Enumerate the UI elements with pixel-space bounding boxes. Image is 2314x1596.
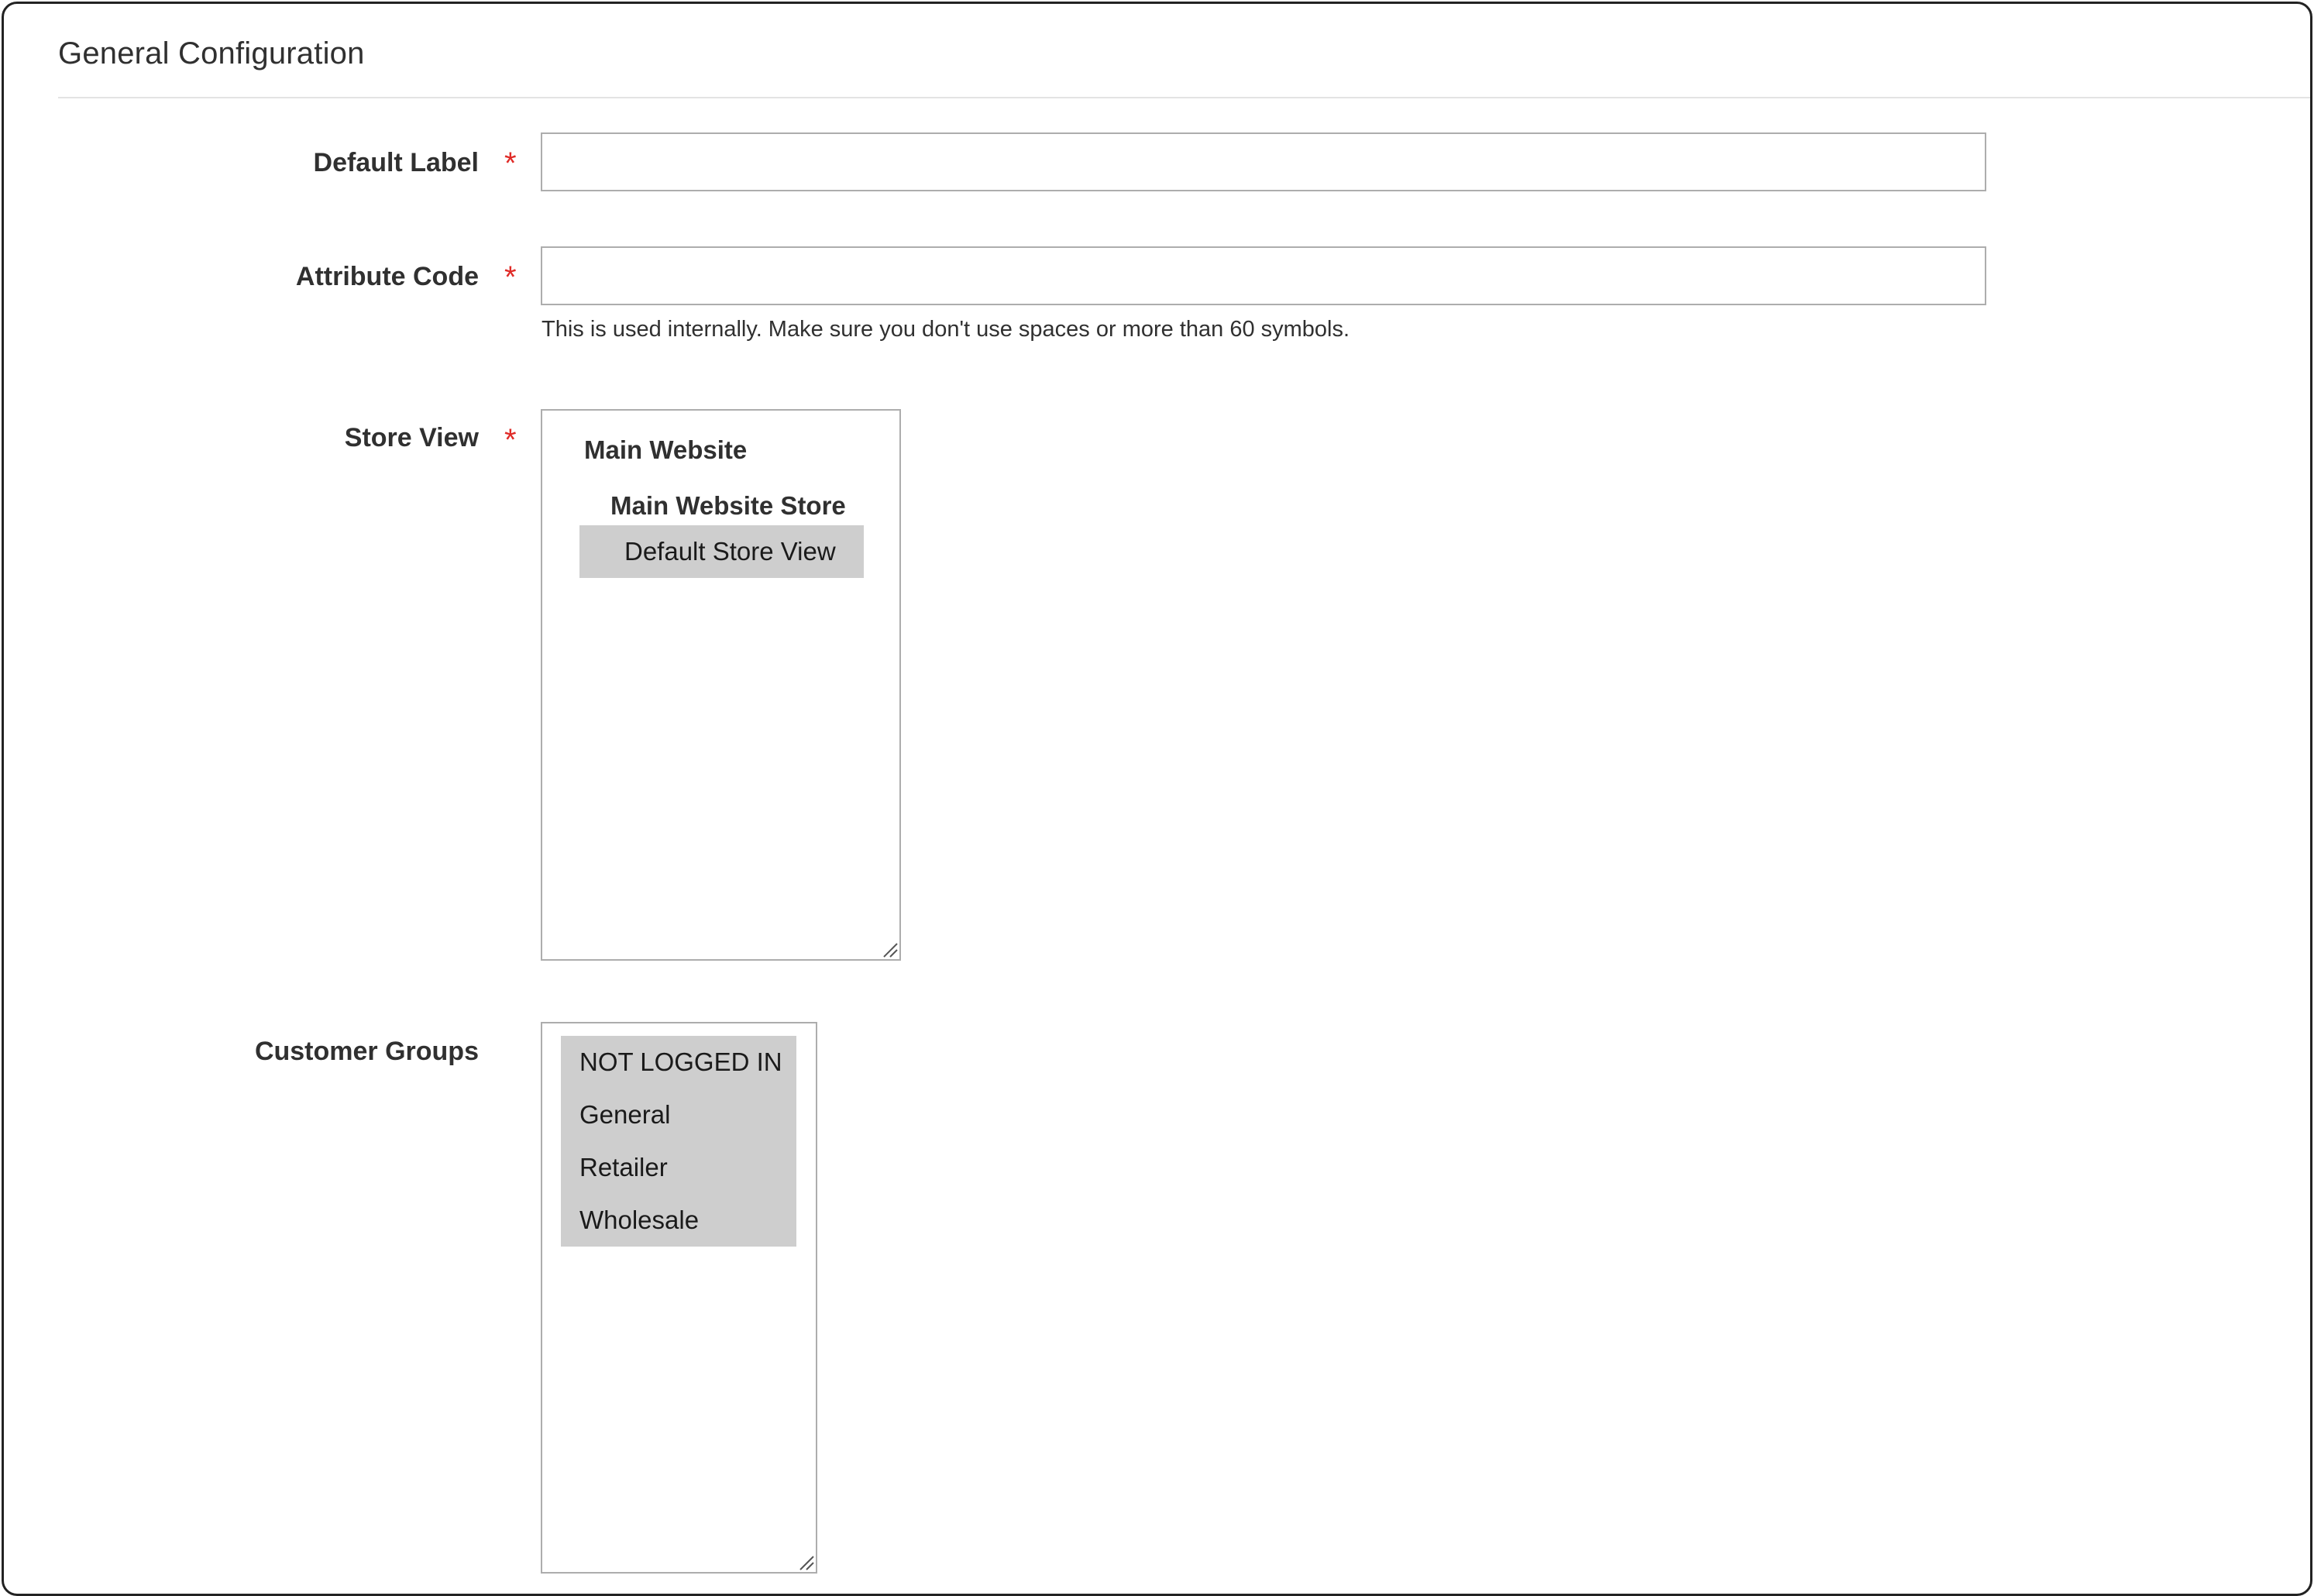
optgroup-main-website-store: Main Website Store (610, 491, 846, 520)
form-panel: General Configuration Default Label * At… (2, 2, 2312, 1596)
customer-group-option-wholesale[interactable]: Wholesale (561, 1194, 796, 1247)
store-view-required-marker: * (504, 423, 517, 457)
optgroup-main-website: Main Website (584, 435, 748, 464)
default-label-label: Default Label (313, 148, 479, 177)
attribute-code-note: This is used internally. Make sure you d… (542, 317, 1350, 342)
store-view-multiselect[interactable]: Main Website Main Website Store Default … (541, 409, 901, 961)
customer-group-option-not-logged-in[interactable]: NOT LOGGED IN (561, 1036, 796, 1089)
store-view-option-default[interactable]: Default Store View (579, 525, 864, 578)
attribute-code-input[interactable] (541, 246, 1986, 305)
default-label-required-marker: * (504, 146, 517, 181)
customer-group-option-retailer[interactable]: Retailer (561, 1141, 796, 1194)
attribute-code-required-marker: * (504, 260, 517, 294)
default-label-input[interactable] (541, 132, 1986, 191)
section-title: General Configuration (58, 36, 365, 71)
customer-group-option-general[interactable]: General (561, 1089, 796, 1141)
customer-groups-label: Customer Groups (254, 1037, 479, 1066)
attribute-code-label: Attribute Code (295, 262, 479, 291)
store-view-label: Store View (344, 423, 479, 452)
customer-groups-options: NOT LOGGED IN General Retailer Wholesale (561, 1036, 796, 1247)
customer-groups-multiselect[interactable]: NOT LOGGED IN General Retailer Wholesale (541, 1022, 817, 1574)
section-divider (58, 97, 2310, 98)
resize-grip-icon[interactable] (797, 1553, 814, 1570)
resize-grip-icon[interactable] (881, 941, 898, 958)
